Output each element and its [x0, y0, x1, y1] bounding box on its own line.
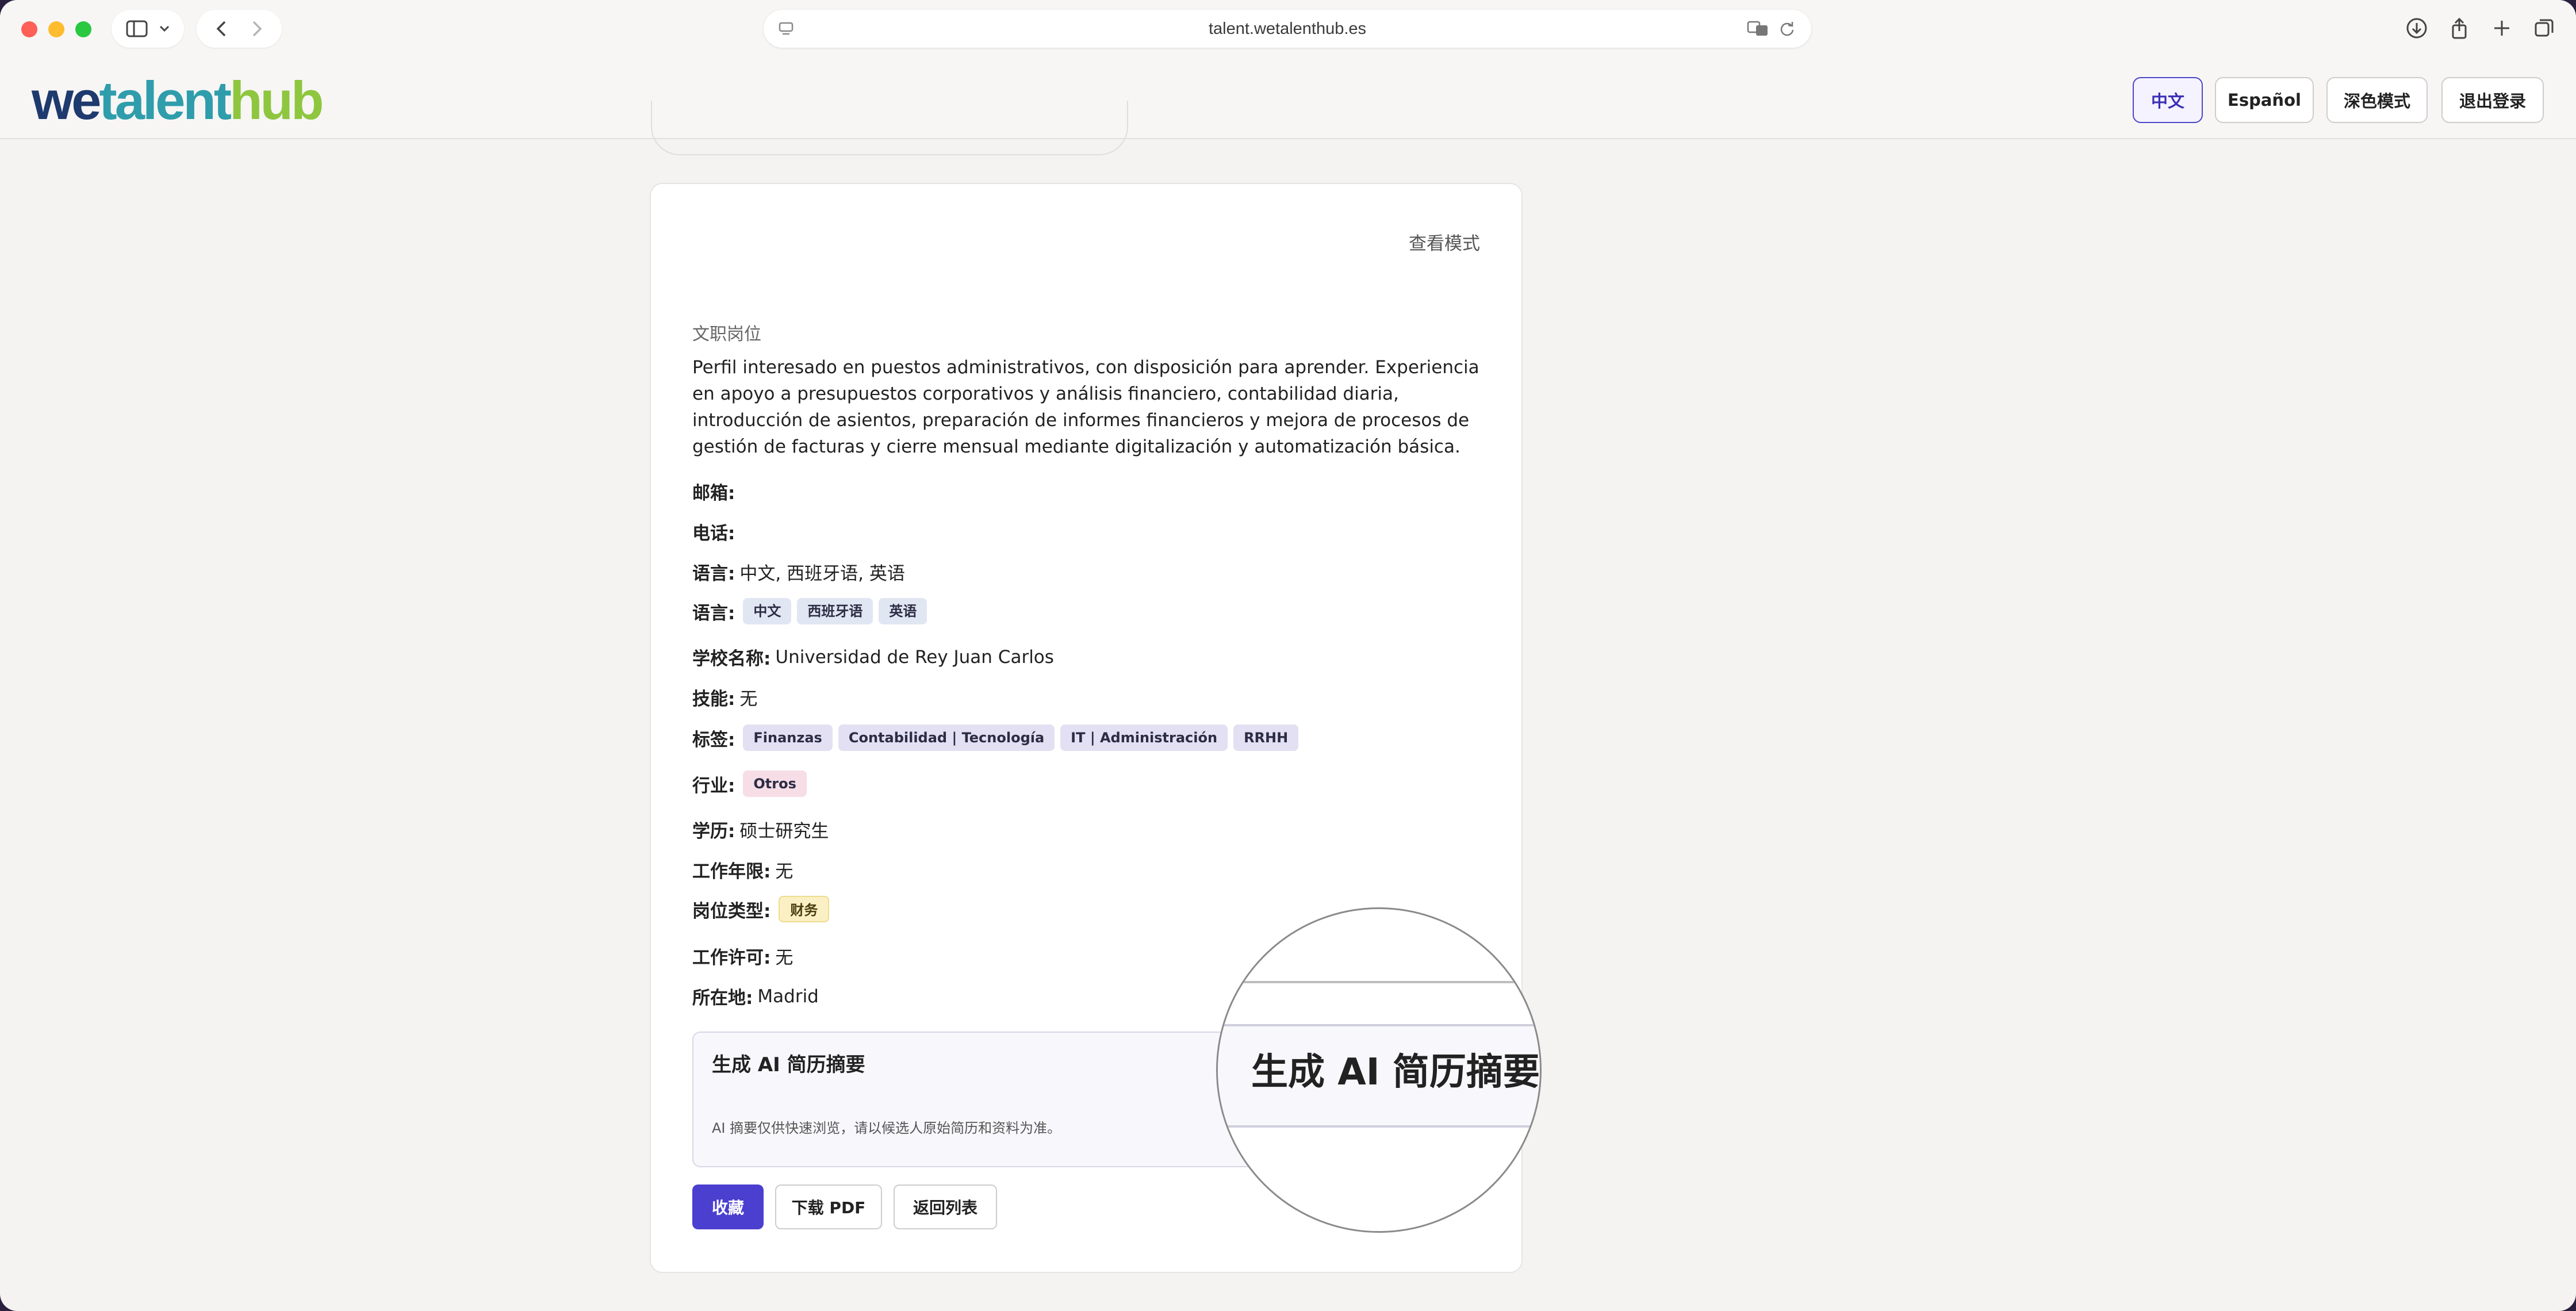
school-label: 学校名称: [692, 649, 771, 669]
experience-value: 无 [775, 861, 793, 882]
reload-icon[interactable] [1779, 21, 1795, 40]
work-permit-label: 工作许可: [692, 948, 771, 968]
location-label: 所在地: [692, 988, 753, 1009]
tags-label: 标签: [692, 729, 735, 750]
industry-label: 行业: [692, 775, 735, 796]
experience-label: 工作年限: [692, 861, 771, 882]
back-arrow-icon[interactable] [216, 20, 227, 37]
logo-talent: talent [99, 70, 232, 131]
dark-mode-button[interactable]: 深色模式 [2326, 77, 2428, 123]
education-label: 学历: [692, 821, 735, 842]
forward-arrow-icon[interactable] [252, 20, 262, 37]
phone-field: 电话: [692, 519, 739, 545]
minimize-window-button[interactable] [48, 21, 64, 37]
tab-overview-icon[interactable] [2533, 17, 2555, 42]
email-label: 邮箱: [692, 483, 735, 504]
education-field: 学历: 硕士研究生 [692, 816, 829, 842]
tag-chip: Finanzas [743, 724, 833, 751]
school-value: Universidad de Rey Juan Carlos [775, 646, 1054, 668]
position-type-chip: 财务 [779, 896, 830, 922]
school-field: 学校名称: Universidad de Rey Juan Carlos [692, 644, 1054, 670]
url-text: talent.wetalenthub.es [1208, 20, 1367, 38]
languages-value: 中文, 西班牙语, 英语 [739, 564, 905, 584]
language-chip: 英语 [879, 598, 927, 624]
skills-label: 技能: [692, 689, 735, 710]
industry-chip: Otros [743, 770, 807, 797]
profile-summary: Perfil interesado en puestos administrat… [692, 357, 1479, 457]
industry-field: 行业: Otros [692, 770, 812, 797]
skills-field: 技能: 无 [692, 684, 757, 710]
ai-summary-title[interactable]: 生成 AI 简历摘要 [712, 1049, 865, 1077]
tag-chip: IT | Administración [1060, 724, 1228, 751]
location-value: Madrid [757, 986, 819, 1007]
new-tab-icon[interactable] [2491, 17, 2513, 42]
languages-chips-label: 语言: [692, 603, 735, 624]
language-chinese-button[interactable]: 中文 [2133, 77, 2203, 123]
logout-button[interactable]: 退出登录 [2441, 77, 2544, 123]
address-bar[interactable]: talent.wetalenthub.es [764, 10, 1811, 48]
back-to-list-button[interactable]: 返回列表 [894, 1184, 997, 1229]
position-type-field: 岗位类型: 财务 [692, 896, 835, 922]
download-pdf-button[interactable]: 下载 PDF [775, 1184, 882, 1229]
logo-we: we [32, 70, 101, 131]
languages-field: 语言: 中文, 西班牙语, 英语 [692, 559, 905, 585]
browser-window: talent.wetalenthub.es wetalenthub 中文 Esp… [0, 0, 2576, 1311]
magnifier-divider [1218, 981, 1540, 983]
language-chip: 中文 [743, 598, 792, 624]
sidebar-icon [126, 20, 148, 37]
tag-chip: RRHH [1233, 724, 1299, 751]
work-permit-field: 工作许可: 无 [692, 943, 793, 969]
email-field: 邮箱: [692, 478, 739, 504]
position-type-label: 岗位类型: [692, 900, 771, 922]
location-field: 所在地: Madrid [692, 983, 819, 1009]
languages-label: 语言: [692, 564, 735, 584]
logo-hub: hub [229, 70, 324, 131]
history-nav [197, 10, 282, 48]
language-chip: 西班牙语 [797, 598, 873, 624]
job-title: 文职岗位 [692, 324, 761, 344]
wetalenthub-logo[interactable]: wetalenthub [32, 66, 324, 135]
sidebar-toggle-button[interactable] [112, 10, 184, 48]
tags-field: 标签: Finanzas Contabilidad | Tecnología I… [692, 724, 1304, 751]
view-mode-label[interactable]: 查看模式 [1409, 229, 1480, 255]
share-icon[interactable] [2448, 17, 2470, 42]
languages-chips-field: 语言: 中文 西班牙语 英语 [692, 598, 933, 624]
zoom-window-button[interactable] [75, 21, 91, 37]
ai-summary-note: AI 摘要仅供快速浏览，请以候选人原始简历和资料为准。 [712, 1120, 1061, 1136]
work-permit-value: 无 [775, 948, 793, 968]
experience-field: 工作年限: 无 [692, 857, 793, 883]
browser-toolbar: talent.wetalenthub.es [0, 0, 2576, 59]
chevron-down-icon [159, 25, 170, 32]
phone-label: 电话: [692, 523, 735, 544]
translate-icon[interactable] [1747, 21, 1769, 40]
tag-chip: Contabilidad | Tecnología [838, 724, 1055, 751]
previous-section-edge [651, 101, 1128, 155]
magnifier-text: 生成 AI 简历摘要 [1251, 1051, 1540, 1094]
downloads-icon[interactable] [2406, 17, 2428, 42]
zoom-magnifier: 生成 AI 简历摘要 [1216, 907, 1542, 1233]
site-header: wetalenthub 中文 Español 深色模式 退出登录 [0, 59, 2576, 139]
favorite-button[interactable]: 收藏 [692, 1184, 764, 1229]
education-value: 硕士研究生 [739, 821, 829, 842]
skills-value: 无 [739, 689, 758, 710]
close-window-button[interactable] [21, 21, 37, 37]
language-spanish-button[interactable]: Español [2215, 77, 2314, 123]
